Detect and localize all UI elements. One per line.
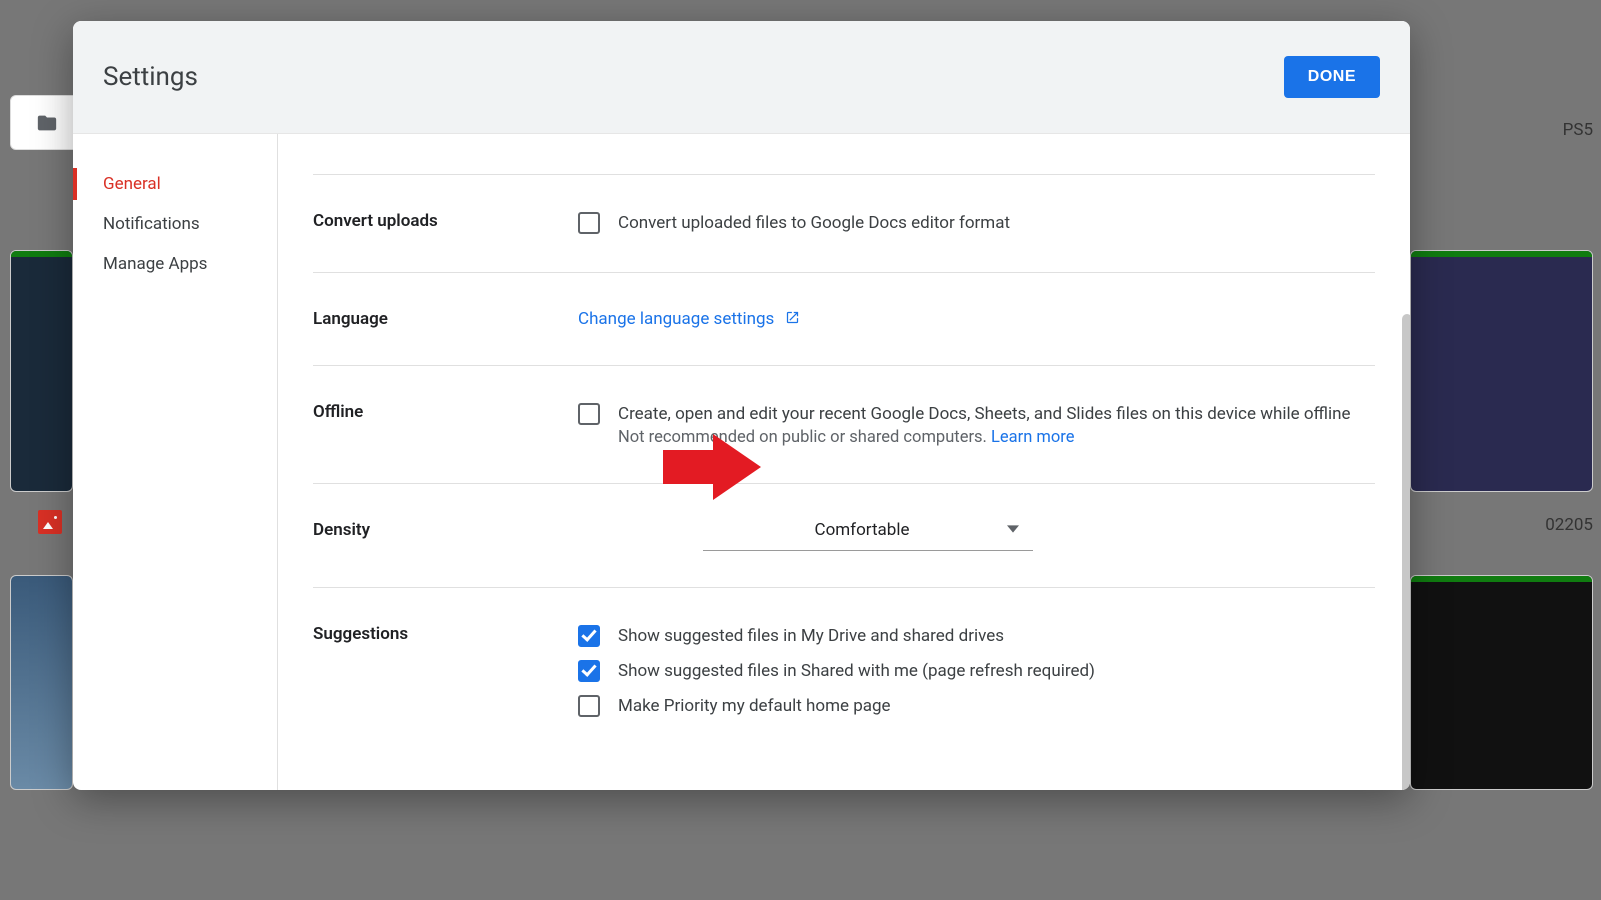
sidebar-item-notifications[interactable]: Notifications bbox=[73, 204, 277, 244]
section-density: Density Comfortable bbox=[313, 484, 1375, 588]
done-button[interactable]: DONE bbox=[1284, 56, 1380, 98]
settings-content[interactable]: Convert uploads Convert uploaded files t… bbox=[278, 134, 1410, 790]
offline-note-text: Not recommended on public or shared comp… bbox=[618, 428, 991, 447]
checkbox-suggest-shared[interactable] bbox=[578, 660, 600, 682]
section-language: Language Change language settings bbox=[313, 273, 1375, 366]
density-value: Comfortable bbox=[717, 520, 1007, 540]
suggestion-option-mydrive[interactable]: Show suggested files in My Drive and sha… bbox=[578, 624, 1375, 649]
suggestion-option-priority[interactable]: Make Priority my default home page bbox=[578, 694, 1375, 719]
sidebar-item-general[interactable]: General bbox=[73, 164, 277, 204]
checkbox-label: Show suggested files in Shared with me (… bbox=[618, 659, 1095, 684]
density-select[interactable]: Comfortable bbox=[703, 520, 1033, 551]
section-label: Convert uploads bbox=[313, 211, 578, 236]
section-label: Offline bbox=[313, 402, 578, 448]
sidebar-item-label: Notifications bbox=[103, 214, 200, 234]
scrollbar-thumb[interactable] bbox=[1402, 314, 1410, 790]
convert-uploads-option[interactable]: Convert uploaded files to Google Docs ed… bbox=[578, 211, 1375, 236]
bg-thumb bbox=[10, 575, 73, 790]
section-convert-uploads: Convert uploads Convert uploaded files t… bbox=[313, 175, 1375, 273]
sidebar-item-manage-apps[interactable]: Manage Apps bbox=[73, 244, 277, 284]
section-offline: Offline Create, open and edit your recen… bbox=[313, 366, 1375, 485]
checkbox-convert-uploads[interactable] bbox=[578, 212, 600, 234]
section-label: Language bbox=[313, 309, 578, 329]
checkbox-label: Show suggested files in My Drive and sha… bbox=[618, 624, 1004, 649]
suggestion-option-sharedwithme[interactable]: Show suggested files in Shared with me (… bbox=[578, 659, 1375, 684]
offline-option[interactable]: Create, open and edit your recent Google… bbox=[578, 402, 1375, 448]
change-language-link[interactable]: Change language settings bbox=[578, 309, 800, 329]
checkbox-label: Convert uploaded files to Google Docs ed… bbox=[618, 211, 1010, 236]
section-suggestions: Suggestions Show suggested files in My D… bbox=[313, 588, 1375, 754]
checkbox-label: Create, open and edit your recent Google… bbox=[618, 402, 1351, 427]
settings-dialog: Settings DONE General Notifications Mana… bbox=[73, 21, 1410, 790]
learn-more-link[interactable]: Learn more bbox=[991, 428, 1074, 447]
dialog-title: Settings bbox=[103, 62, 198, 92]
bg-thumb bbox=[1410, 575, 1593, 790]
bg-imagefile-icon bbox=[38, 510, 62, 534]
sidebar-item-label: Manage Apps bbox=[103, 254, 207, 274]
bg-text-ps5: PS5 bbox=[1563, 120, 1593, 140]
dialog-header: Settings DONE bbox=[73, 21, 1410, 134]
external-link-icon bbox=[785, 310, 800, 325]
link-text: Change language settings bbox=[578, 309, 774, 329]
bg-thumb bbox=[1410, 250, 1593, 492]
dialog-body: General Notifications Manage Apps Conver… bbox=[73, 134, 1410, 790]
settings-sidebar: General Notifications Manage Apps bbox=[73, 134, 278, 790]
checkbox-offline[interactable] bbox=[578, 403, 600, 425]
section-label: Density bbox=[313, 520, 578, 551]
offline-note: Not recommended on public or shared comp… bbox=[618, 428, 1351, 447]
bg-thumb bbox=[10, 250, 73, 492]
bg-text-num: ‎02205 bbox=[1545, 515, 1593, 535]
checkbox-priority-default[interactable] bbox=[578, 695, 600, 717]
checkbox-suggest-mydrive[interactable] bbox=[578, 625, 600, 647]
chevron-down-icon bbox=[1007, 520, 1019, 540]
checkbox-label: Make Priority my default home page bbox=[618, 694, 891, 719]
section-label: Suggestions bbox=[313, 624, 578, 718]
sidebar-item-label: General bbox=[103, 174, 161, 194]
